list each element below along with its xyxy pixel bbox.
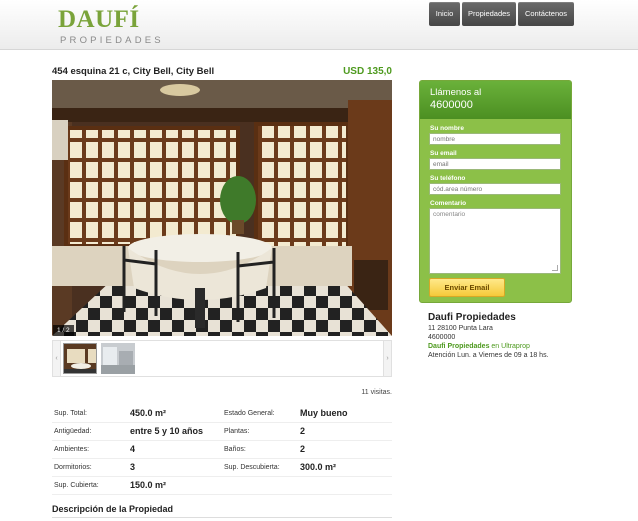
spec-label: Sup. Cubierta: (54, 482, 99, 489)
spec-label: Baños: (224, 446, 246, 453)
main-property-photo[interactable] (52, 80, 392, 336)
site-header: DAUFÍ PROPIEDADES Inicio Propiedades Con… (0, 0, 638, 50)
main-nav: Inicio Propiedades Contáctenos (429, 2, 574, 26)
spec-row: Dormitorios: 3 Sup. Descubierta: 300.0 m… (52, 459, 392, 477)
agency-address: 11 28100 Punta Lara (428, 325, 493, 332)
description-title: Descripción de la Propiedad (52, 504, 174, 514)
spec-value: 150.0 m² (130, 480, 167, 490)
contact-form-panel: Llámenos al 4600000 Su nombre Su email S… (419, 80, 572, 303)
logo-wordmark: DAUFÍ (58, 6, 140, 33)
thumbnail-1-image (64, 344, 96, 373)
call-label: Llámenos al (430, 87, 482, 98)
agency-link[interactable]: Daufi Propiedades en Ultraprop (428, 342, 578, 351)
resize-grip-icon[interactable] (552, 265, 558, 271)
logo-subtitle: PROPIEDADES (60, 35, 164, 46)
spec-row: Sup. Cubierta: 150.0 m² (52, 477, 392, 495)
agency-link-suffix: en Ultraprop (489, 343, 530, 350)
spec-row: Antigüedad: entre 5 y 10 años Plantas: 2 (52, 423, 392, 441)
nav-inicio[interactable]: Inicio (429, 2, 460, 26)
photo-counter: 1 / 2 (53, 325, 74, 336)
property-title: 454 esquina 21 c, City Bell, City Bell (52, 66, 215, 77)
spec-row: Sup. Total: 450.0 m² Estado General: Muy… (52, 405, 392, 423)
spec-label: Ambientes: (54, 446, 90, 453)
contact-header: Llámenos al 4600000 (420, 81, 571, 119)
spec-row: Ambientes: 4 Baños: 2 (52, 441, 392, 459)
spec-label: Sup. Total: (54, 410, 87, 417)
phone-label: Su teléfono (430, 175, 466, 182)
agency-info: Daufi Propiedades 11 28100 Punta Lara 46… (428, 312, 578, 360)
comment-placeholder: comentario (433, 211, 466, 218)
visit-count: 11 visitas. (361, 389, 392, 396)
thumb-next-arrow-icon[interactable]: › (383, 341, 391, 376)
spec-label: Dormitorios: (54, 464, 92, 471)
spec-label: Antigüedad: (54, 428, 92, 435)
call-number: 4600000 (430, 99, 473, 111)
site-logo[interactable]: DAUFÍ PROPIEDADES (58, 7, 168, 47)
agency-hours: Atención Lun. a Viernes de 09 a 18 hs. (428, 352, 549, 359)
property-specs: Sup. Total: 450.0 m² Estado General: Muy… (52, 405, 392, 495)
thumbnail-strip: ‹ › (52, 340, 392, 377)
spec-value: 4 (130, 444, 136, 454)
property-price: USD 135,0 (343, 66, 392, 77)
nav-contactenos[interactable]: Contáctenos (518, 2, 574, 26)
spec-value: 450.0 m² (130, 408, 167, 418)
email-label: Su email (430, 150, 457, 157)
send-email-button[interactable]: Enviar Email (429, 278, 505, 297)
email-field[interactable] (429, 158, 561, 170)
comment-field[interactable]: comentario (429, 208, 561, 274)
thumbnail-2[interactable] (101, 343, 135, 374)
spec-value: Muy bueno (300, 408, 348, 418)
phone-field[interactable] (429, 183, 561, 195)
thumb-prev-arrow-icon[interactable]: ‹ (53, 341, 61, 376)
spec-value: 3 (130, 462, 136, 472)
agency-name: Daufi Propiedades (428, 312, 516, 323)
comment-label: Comentario (430, 200, 467, 207)
divider (52, 517, 392, 518)
thumbnail-2-image (101, 343, 135, 374)
agency-link-name: Daufi Propiedades (428, 343, 490, 350)
agency-phone: 4600000 (428, 334, 456, 341)
name-label: Su nombre (430, 125, 464, 132)
dining-room-image (52, 80, 392, 336)
spec-value: 2 (300, 444, 306, 454)
name-field[interactable] (429, 133, 561, 145)
spec-label: Estado General: (224, 410, 275, 417)
spec-label: Plantas: (224, 428, 250, 435)
spec-value: entre 5 y 10 años (130, 426, 204, 436)
spec-label: Sup. Descubierta: (224, 464, 280, 471)
spec-value: 300.0 m² (300, 462, 337, 472)
nav-propiedades[interactable]: Propiedades (462, 2, 516, 26)
thumbnail-1[interactable] (63, 343, 97, 374)
spec-value: 2 (300, 426, 306, 436)
